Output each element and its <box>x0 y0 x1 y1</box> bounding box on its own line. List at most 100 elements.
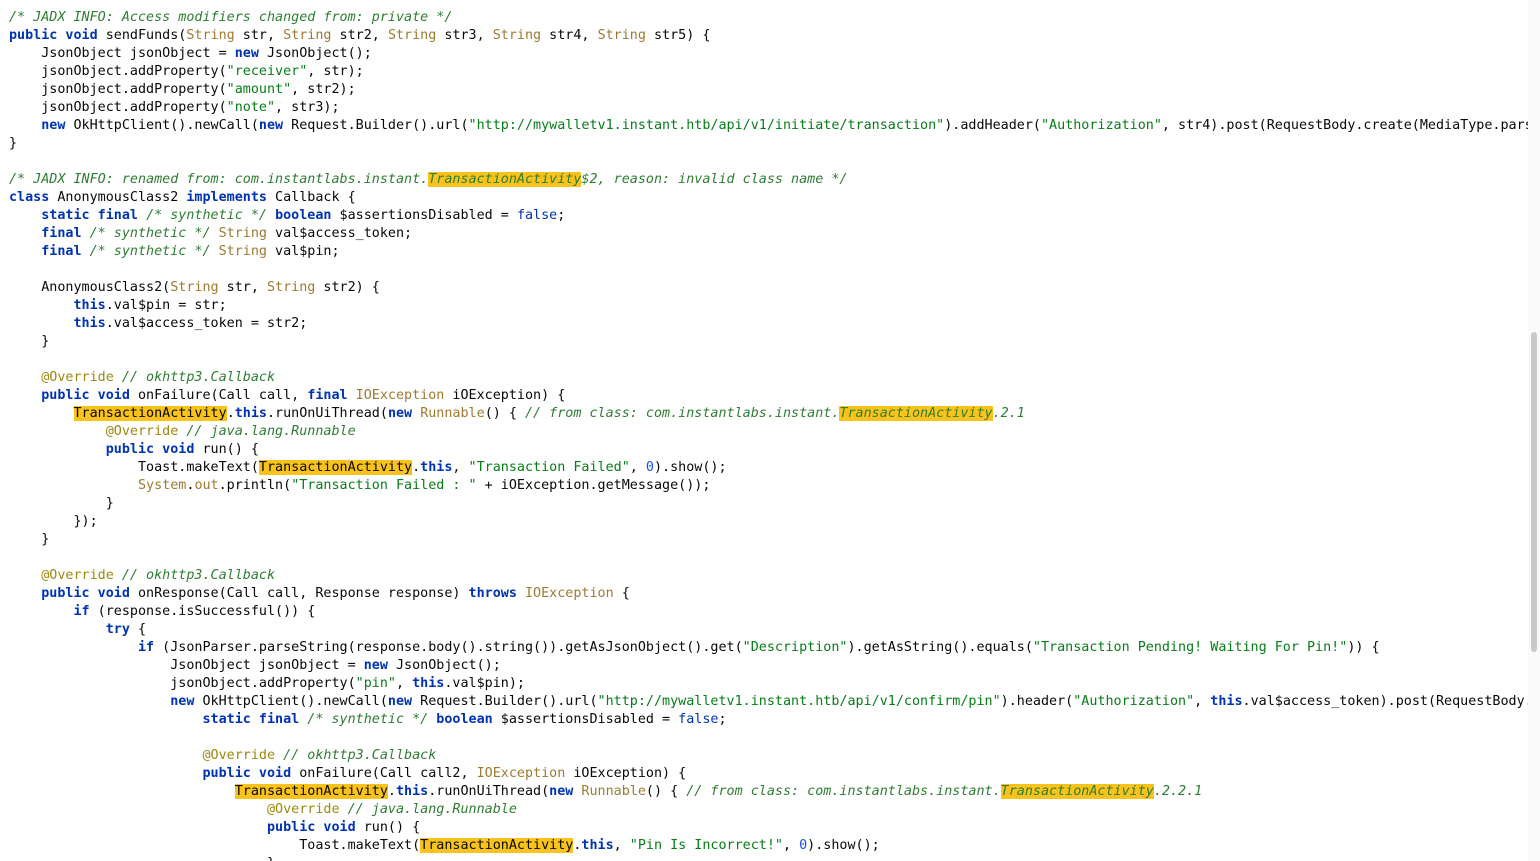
code-token: (response.isSuccessful()) { <box>89 604 316 619</box>
code-token: try <box>105 622 130 637</box>
code-token: run() { <box>363 820 421 835</box>
code-token: ; <box>557 208 566 223</box>
code-line: @Override // java.lang.Runnable <box>9 801 1528 819</box>
code-token: .val$pin = str; <box>105 298 227 313</box>
code-token: @Override <box>105 424 179 439</box>
code-line: } <box>9 333 1528 351</box>
code-token: "Authorization" <box>1040 118 1162 133</box>
code-line: }); <box>9 513 1528 531</box>
vertical-scrollbar[interactable] <box>1528 0 1540 861</box>
code-token: JsonObject(); <box>387 658 501 673</box>
code-token: "pin" <box>355 676 396 691</box>
code-editor[interactable]: /* JADX INFO: Access modifiers changed f… <box>9 9 1528 861</box>
code-token: IOException <box>524 586 614 601</box>
code-line: JsonObject jsonObject = new JsonObject()… <box>9 657 1528 675</box>
code-token: IOException <box>476 766 566 781</box>
code-token: public void <box>105 442 203 457</box>
code-token: .runOnUiThread( <box>428 784 550 799</box>
code-line: jsonObject.addProperty("receiver", str); <box>9 63 1528 81</box>
code-token: jsonObject.addProperty( <box>9 64 227 79</box>
code-token: Toast.makeText( <box>9 838 421 853</box>
code-token: @Override <box>41 568 114 583</box>
code-token: , str3); <box>275 100 340 115</box>
code-token: AnonymousClass2( <box>9 280 171 295</box>
code-token: /* synthetic */ <box>89 244 211 259</box>
code-token: new <box>387 406 413 421</box>
code-token: "Authorization" <box>1073 694 1195 709</box>
code-token: new <box>363 658 388 673</box>
code-token: if <box>138 640 155 655</box>
code-token: @Override <box>202 748 276 763</box>
code-token: Callback { <box>267 190 356 205</box>
code-line: Toast.makeText(TransactionActivity.this,… <box>9 459 1528 477</box>
code-token: { <box>613 586 630 601</box>
code-token: "receiver" <box>226 64 308 79</box>
code-token: .println( <box>218 478 292 493</box>
code-token: 0 <box>645 460 654 475</box>
code-token: // okhttp3.Callback <box>121 370 276 385</box>
code-token: this <box>234 406 267 421</box>
code-token: static final <box>202 712 308 727</box>
code-token: /* JADX INFO: renamed from: com.instantl… <box>9 172 429 187</box>
code-token: val$access_token; <box>267 226 413 241</box>
code-token: str2, <box>331 28 388 43</box>
code-token: Toast.makeText( <box>9 460 259 475</box>
code-token: "Transaction Failed : " <box>291 478 477 493</box>
code-token: static final <box>41 208 147 223</box>
code-line: Toast.makeText(TransactionActivity.this,… <box>9 837 1528 855</box>
code-token: String <box>597 28 646 43</box>
code-line: TransactionActivity.this.runOnUiThread(n… <box>9 405 1528 423</box>
code-token: "amount" <box>226 82 292 97</box>
code-token: /* synthetic */ <box>146 208 267 223</box>
code-line: jsonObject.addProperty("note", str3); <box>9 99 1528 117</box>
code-token: ).addHeader( <box>944 118 1041 133</box>
code-token: .val$pin); <box>444 676 525 691</box>
code-line: this.val$pin = str; <box>9 297 1528 315</box>
code-token: new <box>549 784 574 799</box>
code-token: "Transaction Failed" <box>468 460 630 475</box>
code-token: Runnable <box>420 406 485 421</box>
code-line: final /* synthetic */ String val$pin; <box>9 243 1528 261</box>
code-token: str, <box>218 280 267 295</box>
code-token: this <box>73 316 106 331</box>
code-token: if <box>73 604 90 619</box>
code-line: public void onFailure(Call call2, IOExce… <box>9 765 1528 783</box>
code-token: // java.lang.Runnable <box>347 802 517 817</box>
code-token: } <box>9 136 18 151</box>
code-token: throws <box>468 586 517 601</box>
code-token: .val$access_token).post(RequestBody.c <box>1242 694 1528 709</box>
code-token: this <box>395 784 429 799</box>
code-token: // java.lang.Runnable <box>186 424 356 439</box>
code-token: boolean <box>436 712 493 727</box>
code-line: static final /* synthetic */ boolean $as… <box>9 711 1528 729</box>
code-token: ).show(); <box>653 460 727 475</box>
code-token: String <box>170 280 219 295</box>
search-highlight: TransactionActivity <box>428 172 582 187</box>
code-line: /* JADX INFO: renamed from: com.instantl… <box>9 171 1528 189</box>
scrollbar-thumb[interactable] <box>1531 332 1537 652</box>
code-line: @Override // okhttp3.Callback <box>9 369 1528 387</box>
code-token: "http://mywalletv1.instant.htb/api/v1/in… <box>468 118 945 133</box>
code-token: . <box>387 784 396 799</box>
code-line: new OkHttpClient().newCall(new Request.B… <box>9 117 1528 135</box>
code-token: class <box>9 190 50 205</box>
code-token: { <box>129 622 147 637</box>
code-token: jsonObject.addProperty( <box>9 100 227 115</box>
code-token: boolean <box>275 208 332 223</box>
